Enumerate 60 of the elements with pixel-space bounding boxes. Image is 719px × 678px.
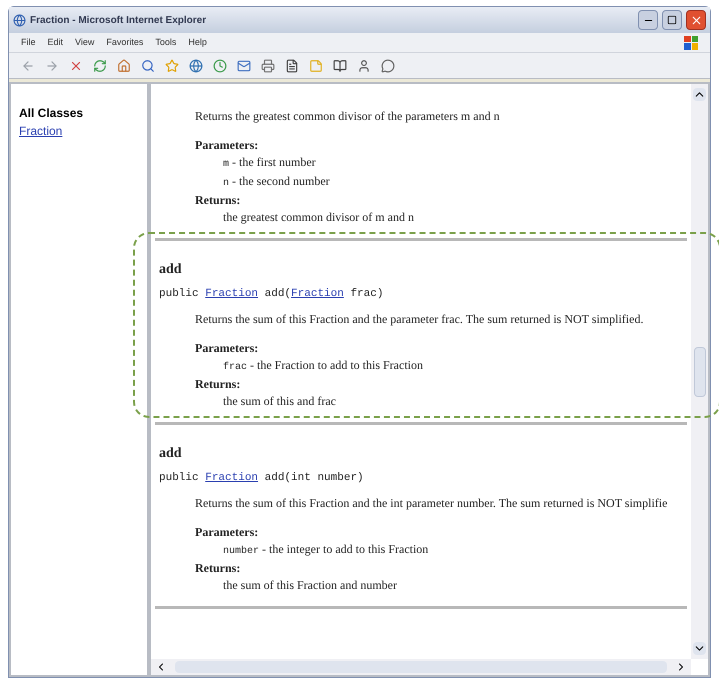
parameters-label: Parameters:	[195, 524, 260, 541]
parameter-description: frac - the Fraction to add to this Fraction	[222, 357, 424, 375]
signature-text: add(	[264, 288, 292, 300]
parameter-description: m - the first number	[222, 154, 317, 172]
signature-text: frac)	[349, 288, 384, 300]
sidebar-heading: All Classes	[19, 105, 84, 122]
class-link[interactable]: Fraction	[205, 472, 258, 484]
method-description: Returns the sum of this Fraction and the parameter frac. The sum returned is NOT simplified.	[195, 311, 644, 328]
back-icon[interactable]	[21, 58, 35, 72]
signature-text: public	[159, 472, 200, 484]
browser-icon	[13, 14, 26, 26]
parameters-label: Parameters:	[195, 137, 260, 154]
refresh-icon[interactable]	[93, 58, 107, 72]
class-link[interactable]: Fraction	[291, 288, 344, 300]
chat-icon[interactable]	[381, 58, 395, 72]
maximize-button[interactable]	[662, 10, 682, 30]
signature-text: public	[159, 288, 200, 300]
class-link[interactable]: Fraction	[205, 288, 258, 300]
method-description: Returns the sum of this Fraction and the int parameter number. The sum returned is NOT simplifie	[195, 495, 668, 512]
menu-item[interactable]: Edit	[48, 36, 64, 50]
returns-description: the sum of this and frac	[222, 393, 337, 410]
horizontal-scrollbar[interactable]	[151, 659, 691, 675]
search-icon[interactable]	[141, 58, 155, 72]
returns-label: Returns:	[195, 192, 242, 209]
scroll-up-icon[interactable]	[693, 88, 706, 101]
signature-text: add(int number)	[264, 472, 364, 484]
menu-item[interactable]: File	[21, 36, 36, 50]
forward-icon[interactable]	[45, 58, 59, 72]
scroll-down-icon[interactable]	[693, 642, 706, 655]
menu-item[interactable]: Help	[188, 36, 207, 50]
globe-icon[interactable]	[189, 58, 203, 72]
class-link[interactable]: Fraction	[19, 122, 147, 140]
windows-logo-icon	[684, 36, 698, 50]
parameter-description: n - the second number	[222, 173, 331, 191]
star-icon[interactable]	[165, 58, 179, 72]
close-button[interactable]	[686, 10, 706, 30]
menu-item[interactable]: View	[75, 36, 94, 50]
clock-icon[interactable]	[213, 58, 227, 72]
person-icon[interactable]	[357, 58, 371, 72]
returns-description: the sum of this Fraction and number	[222, 577, 398, 594]
home-icon[interactable]	[117, 58, 131, 72]
returns-label: Returns:	[195, 376, 242, 393]
menu-item[interactable]: Tools	[155, 36, 176, 50]
parameter-description: number - the integer to add to this Fraction	[222, 541, 430, 559]
document-icon[interactable]	[285, 58, 299, 72]
returns-description: the greatest common divisor of m and n	[222, 209, 415, 226]
maximize-icon	[667, 15, 677, 25]
scroll-thumb[interactable]	[694, 346, 706, 396]
book-icon[interactable]	[333, 58, 347, 72]
method-heading: add	[159, 445, 183, 462]
printer-icon[interactable]	[261, 58, 275, 72]
menu-item[interactable]: Favorites	[106, 36, 144, 50]
window-title: Fraction - Microsoft Internet Explorer	[30, 14, 208, 28]
method-description: Returns the greatest common divisor of the parameters m and n	[195, 108, 501, 125]
method-heading: add	[159, 261, 183, 278]
parameters-label: Parameters:	[195, 340, 260, 357]
close-icon	[690, 14, 702, 26]
vertical-scrollbar[interactable]	[691, 84, 708, 659]
returns-label: Returns:	[195, 560, 242, 577]
mail-icon[interactable]	[237, 58, 251, 72]
